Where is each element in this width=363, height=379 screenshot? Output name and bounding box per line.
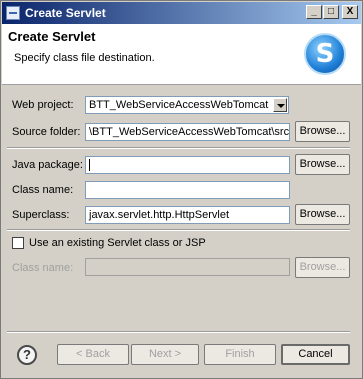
back-button[interactable]: < Back (57, 344, 129, 365)
superclass-input[interactable]: javax.servlet.http.HttpServlet (85, 206, 290, 224)
existing-class-name-input[interactable] (85, 258, 290, 276)
separator (7, 331, 350, 333)
source-folder-label: Source folder: (12, 126, 81, 138)
help-icon[interactable]: ? (17, 345, 37, 365)
source-folder-browse-button[interactable]: Browse... (295, 121, 350, 142)
title-bar[interactable]: Create Servlet _ □ X (2, 2, 361, 24)
source-folder-input[interactable]: \BTT_WebServiceAccessWebTomcat\src (85, 123, 290, 141)
superclass-value: javax.servlet.http.HttpServlet (89, 209, 230, 221)
existing-class-browse-button[interactable]: Browse... (295, 257, 350, 278)
separator (7, 147, 350, 149)
superclass-browse-button[interactable]: Browse... (295, 204, 350, 225)
logo-letter: S (315, 39, 335, 69)
finish-button[interactable]: Finish (204, 344, 276, 365)
superclass-label: Superclass: (12, 209, 70, 221)
existing-class-name-label: Class name: (12, 262, 74, 274)
java-package-input[interactable] (85, 156, 290, 174)
web-project-label: Web project: (12, 99, 74, 111)
maximize-button[interactable]: □ (323, 5, 339, 19)
java-package-browse-button[interactable]: Browse... (295, 154, 350, 175)
create-servlet-dialog: Create Servlet _ □ X Create Servlet Spec… (0, 0, 363, 379)
wizard-banner: Create Servlet Specify class file destin… (2, 24, 361, 85)
web-project-value: BTT_WebServiceAccessWebTomcat (89, 99, 269, 111)
web-project-select[interactable]: BTT_WebServiceAccessWebTomcat (85, 96, 289, 114)
window-icon (6, 6, 20, 20)
text-cursor (89, 159, 90, 172)
source-folder-value: \BTT_WebServiceAccessWebTomcat\src (89, 126, 290, 138)
chevron-down-icon[interactable] (273, 98, 287, 112)
cancel-button[interactable]: Cancel (281, 344, 350, 365)
java-package-label: Java package: (12, 159, 83, 171)
class-name-label: Class name: (12, 184, 74, 196)
window-title: Create Servlet (25, 6, 106, 20)
servlet-logo-icon: S (304, 33, 346, 75)
separator (7, 229, 350, 231)
minimize-button[interactable]: _ (306, 5, 322, 19)
existing-servlet-checkbox[interactable] (12, 237, 24, 249)
page-title: Create Servlet (8, 29, 96, 44)
existing-servlet-label[interactable]: Use an existing Servlet class or JSP (29, 237, 206, 249)
class-name-input[interactable] (85, 181, 290, 199)
close-button[interactable]: X (342, 5, 358, 19)
next-button[interactable]: Next > (131, 344, 199, 365)
page-description: Specify class file destination. (14, 52, 155, 64)
